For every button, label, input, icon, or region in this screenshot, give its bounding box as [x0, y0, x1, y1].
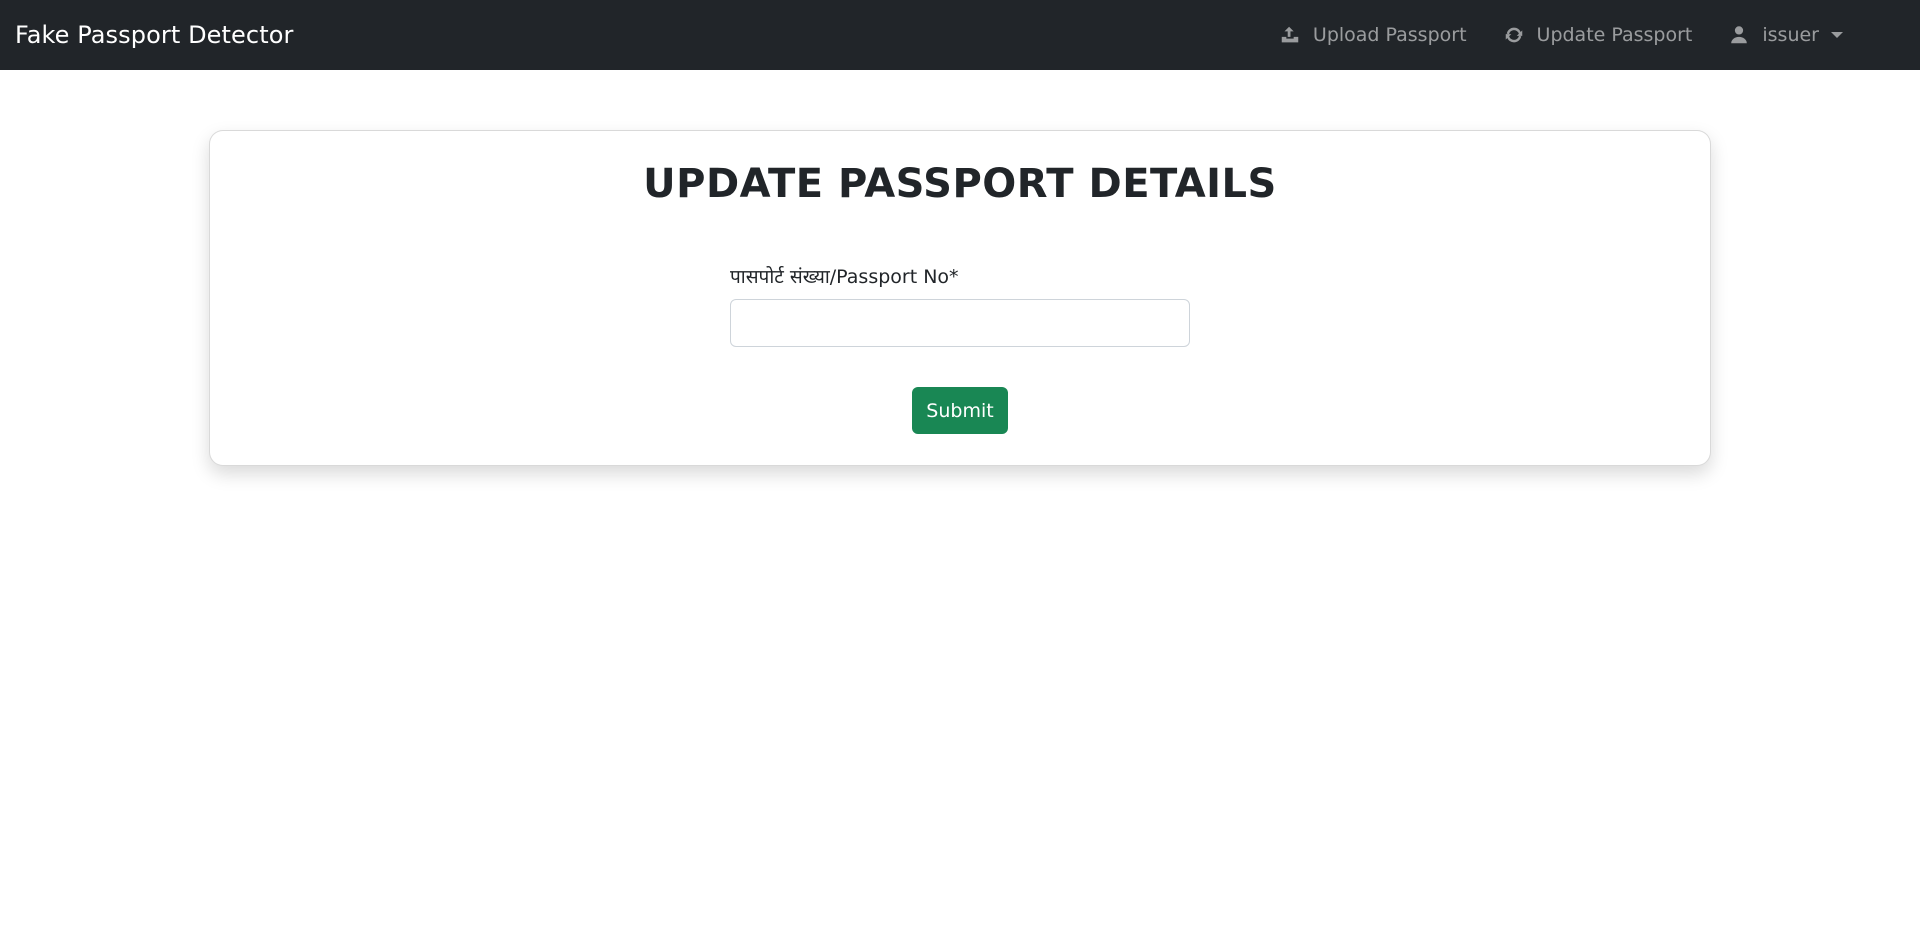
passport-number-input[interactable] — [730, 299, 1190, 347]
update-passport-label: Update Passport — [1536, 24, 1693, 46]
submit-button[interactable]: Submit — [912, 387, 1008, 434]
user-label: issuer — [1762, 24, 1819, 46]
top-navbar: Fake Passport Detector Upload Passport U… — [0, 0, 1920, 70]
navbar-brand[interactable]: Fake Passport Detector — [15, 21, 293, 49]
update-passport-card: UPDATE PASSPORT DETAILS पासपोर्ट संख्या/… — [209, 130, 1711, 466]
chevron-down-icon — [1831, 32, 1843, 38]
upload-passport-label: Upload Passport — [1312, 24, 1467, 46]
upload-passport-link[interactable]: Upload Passport — [1279, 24, 1467, 46]
navbar-menu: Upload Passport Update Passport issuer — [1243, 24, 1843, 46]
refresh-icon — [1505, 27, 1522, 43]
passport-number-label: पासपोर्ट संख्या/Passport No* — [730, 266, 959, 288]
user-icon — [1731, 26, 1748, 44]
page-title: UPDATE PASSPORT DETAILS — [643, 161, 1277, 207]
upload-icon — [1281, 26, 1299, 43]
update-passport-link[interactable]: Update Passport — [1503, 24, 1693, 46]
user-dropdown[interactable]: issuer — [1728, 24, 1843, 46]
